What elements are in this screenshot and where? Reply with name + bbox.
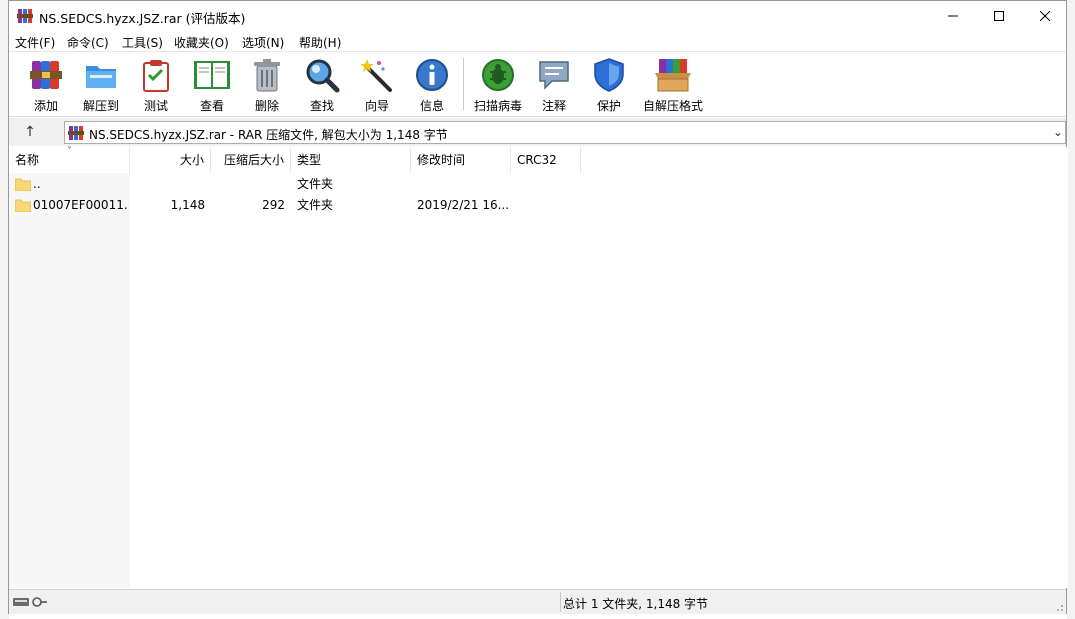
info-button[interactable]: 信息: [404, 57, 460, 115]
wizard-wand-icon: [360, 59, 392, 92]
winrar-app-icon: [17, 9, 33, 23]
column-header-modified[interactable]: 修改时间: [411, 147, 511, 173]
chevron-down-icon[interactable]: ⌄: [1053, 125, 1063, 139]
name-column-shade: [9, 173, 130, 588]
menu-tools[interactable]: 工具(S): [122, 34, 163, 51]
protect-button[interactable]: 保护: [581, 57, 637, 115]
status-icons: [13, 596, 47, 611]
test-button[interactable]: 测试: [128, 57, 184, 115]
status-bar: 总计 1 文件夹, 1,148 字节: [9, 589, 1066, 614]
add-label: 添加: [33, 99, 58, 113]
comment-icon: [539, 61, 569, 90]
menu-bar: 文件(F) 命令(C) 工具(S) 收藏夹(O) 选项(N) 帮助(H): [9, 31, 1066, 51]
up-arrow-icon: ↑: [24, 124, 36, 140]
cell-modified: 2019/2/21 16...: [417, 198, 509, 212]
winrar-window: NS.SEDCS.hyzx.JSZ.rar (评估版本) 文件(F) 命令(C)…: [8, 0, 1068, 614]
extract-to-label: 解压到: [82, 99, 119, 113]
resize-grip-icon[interactable]: [1054, 602, 1064, 612]
folder-icon: [15, 199, 31, 212]
maximize-icon: [994, 11, 1004, 21]
delete-label: 删除: [254, 99, 279, 113]
title-bar: NS.SEDCS.hyzx.JSZ.rar (评估版本): [9, 1, 1066, 31]
maximize-button[interactable]: [976, 1, 1022, 31]
trash-icon: [254, 59, 280, 92]
minimize-button[interactable]: [930, 1, 976, 31]
address-bar[interactable]: NS.SEDCS.hyzx.JSZ.rar - RAR 压缩文件, 解包大小为 …: [64, 121, 1066, 144]
cell-name: 01007EF00011...: [33, 198, 128, 212]
shield-icon: [594, 58, 624, 92]
cell-modified: [417, 174, 509, 195]
view-book-icon: [194, 61, 230, 89]
add-button[interactable]: 添加: [18, 57, 74, 115]
cell-crc: [517, 195, 577, 216]
find-label: 查找: [309, 99, 334, 113]
column-header-crc[interactable]: CRC32: [511, 147, 581, 173]
comment-label: 注释: [541, 99, 566, 113]
info-label: 信息: [419, 99, 444, 113]
menu-favorites[interactable]: 收藏夹(O): [174, 34, 229, 51]
window-title: NS.SEDCS.hyzx.JSZ.rar (评估版本): [39, 11, 246, 26]
info-icon: [416, 59, 448, 91]
menu-file[interactable]: 文件(F): [15, 34, 55, 51]
delete-button[interactable]: 删除: [239, 57, 295, 115]
cell-crc: [517, 174, 577, 195]
test-label: 测试: [143, 99, 168, 113]
scan-virus-label: 扫描病毒: [473, 99, 522, 113]
cell-packed: [211, 174, 285, 195]
cell-packed: 292: [262, 198, 285, 212]
close-button[interactable]: [1022, 1, 1068, 31]
up-one-level-button[interactable]: ↑: [17, 122, 43, 142]
sfx-button[interactable]: 自解压格式: [641, 57, 705, 115]
address-text: NS.SEDCS.hyzx.JSZ.rar - RAR 压缩文件, 解包大小为 …: [89, 128, 448, 142]
column-header-name-label: 名称: [15, 153, 40, 167]
drive-key-icon: [13, 597, 47, 607]
address-row: ↑ NS.SEDCS.hyzx.JSZ.rar - RAR 压缩文件, 解包大小…: [9, 118, 1066, 146]
magnifier-icon: [306, 59, 340, 93]
column-header-name[interactable]: 名称 ˅: [9, 146, 130, 173]
status-separator: [560, 592, 561, 612]
scan-virus-button[interactable]: 扫描病毒: [468, 57, 528, 115]
column-header-size[interactable]: 大小: [130, 147, 211, 173]
table-row[interactable]: .. 文件夹: [9, 174, 1068, 195]
toolbar-separator: [463, 58, 464, 110]
add-archive-icon: [30, 61, 62, 89]
file-list: 名称 ˅ 大小 压缩后大小 类型 修改时间 CRC32 .. 文件夹 01007…: [9, 146, 1068, 588]
menu-command[interactable]: 命令(C): [67, 34, 109, 51]
wizard-button[interactable]: 向导: [349, 57, 405, 115]
cell-name: ..: [33, 177, 41, 191]
background-window-edge-right: [1067, 0, 1075, 619]
minimize-icon: [948, 15, 958, 17]
extract-to-icon: [86, 66, 116, 88]
protect-label: 保护: [596, 99, 621, 113]
close-icon: [1040, 11, 1050, 21]
cell-size: [130, 174, 205, 195]
sfx-label: 自解压格式: [642, 99, 703, 113]
column-header-packed[interactable]: 压缩后大小: [211, 147, 291, 173]
folder-icon: [15, 178, 31, 191]
cell-size: 1,148: [170, 198, 205, 212]
extract-to-button[interactable]: 解压到: [73, 57, 129, 115]
wizard-label: 向导: [364, 99, 389, 113]
menu-help[interactable]: 帮助(H): [299, 34, 341, 51]
find-button[interactable]: 查找: [294, 57, 350, 115]
view-label: 查看: [199, 99, 224, 113]
status-text: 总计 1 文件夹, 1,148 字节: [563, 597, 709, 611]
test-icon: [143, 60, 169, 92]
cell-type: 文件夹: [297, 177, 334, 191]
virus-scan-icon: [482, 59, 514, 91]
comment-button[interactable]: 注释: [526, 57, 582, 115]
menu-options[interactable]: 选项(N): [242, 34, 284, 51]
cell-type: 文件夹: [297, 198, 334, 212]
table-row[interactable]: 01007EF00011... 1,148 292 文件夹 2019/2/21 …: [9, 195, 1068, 216]
view-button[interactable]: 查看: [184, 57, 240, 115]
column-header-type[interactable]: 类型: [291, 147, 411, 173]
sort-indicator-icon: ˅: [67, 146, 72, 157]
toolbar: 添加 解压到 测试 查看 删除 查找 向导 信息 扫描病毒 注释 保护 自解压格…: [9, 51, 1066, 117]
sfx-box-icon: [655, 59, 691, 92]
